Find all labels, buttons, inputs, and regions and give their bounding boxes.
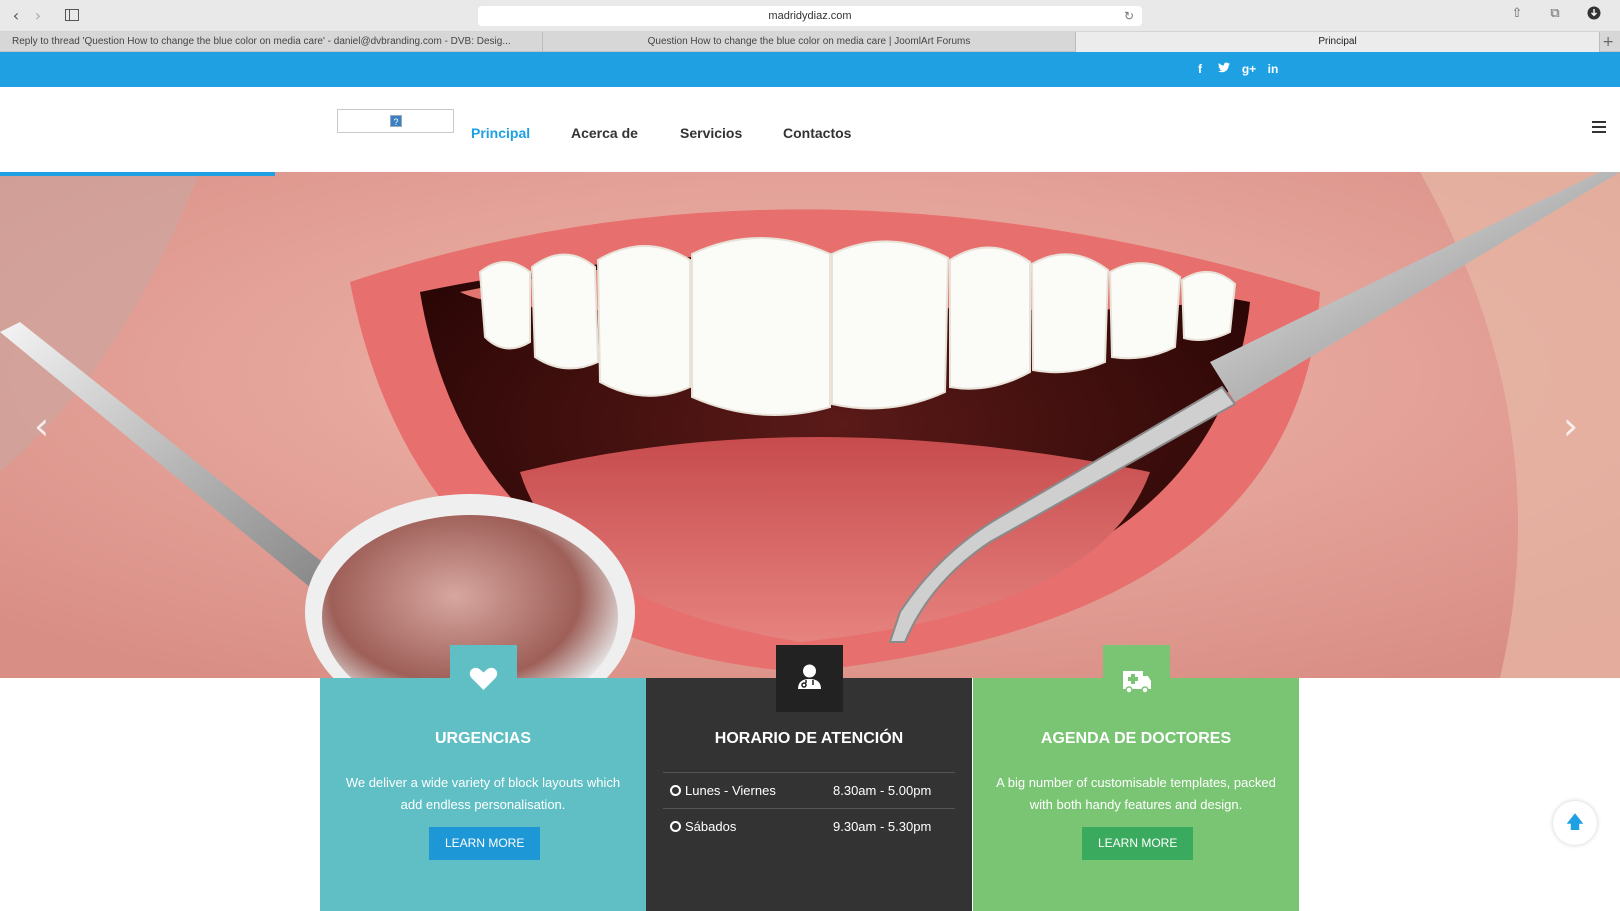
horario-row: Sábados 9.30am - 5.30pm [663,808,955,844]
tabs-overview-icon[interactable]: ⧉ [1544,6,1566,26]
horario-icon-box [776,645,843,712]
back-icon[interactable]: ‹ [6,7,26,25]
urgencias-text: We deliver a wide variety of block layou… [345,775,621,812]
agenda-learn-more-button[interactable]: LEARN MORE [1082,827,1194,860]
new-tab-icon[interactable]: + [1602,32,1614,52]
tab-principal[interactable]: Principal [1076,32,1600,52]
horario-time: 8.30am - 5.00pm [833,783,932,798]
site-header: ? Principal Acerca de Servicios Contacto… [0,87,1620,172]
tab-reply-thread[interactable]: Reply to thread 'Question How to change … [0,32,543,52]
nav-item-acerca-de[interactable]: Acerca de [571,125,638,141]
horario-row: Lunes - Viernes 8.30am - 5.00pm [663,772,955,808]
google-plus-icon[interactable]: g+ [1240,62,1258,76]
agenda-icon-box [1103,645,1170,712]
forward-icon[interactable]: › [28,7,48,25]
address-bar[interactable]: madridydiaz.com ↻ [478,6,1142,26]
agenda-text: A big number of customisable templates, … [996,775,1276,812]
share-icon[interactable]: ⇧ [1506,6,1528,26]
linkedin-icon[interactable]: in [1265,62,1281,76]
urgencias-icon-box [450,645,517,712]
nav-item-contactos[interactable]: Contactos [783,125,851,141]
broken-image-icon: ? [390,115,402,127]
tab-joomlart-forums[interactable]: Question How to change the blue color on… [543,32,1076,52]
urgencias-box: URGENCIAS We deliver a wide variety of b… [320,678,646,911]
horario-time: 9.30am - 5.30pm [833,819,932,834]
slider-progress-bar [0,172,275,176]
facebook-icon[interactable]: f [1192,62,1208,76]
heart-icon [469,667,498,690]
horario-day: Lunes - Viernes [685,783,776,798]
reload-icon[interactable]: ↻ [1124,6,1134,26]
site-top-bar: f g+ in [0,52,1620,87]
ambulance-icon [1123,671,1151,694]
browser-toolbar: ‹ › madridydiaz.com ↻ ⇧ ⧉ [0,0,1620,32]
horario-box: HORARIO DE ATENCIÓN Lunes - Viernes 8.30… [646,678,972,911]
hero-slider[interactable]: ‹ › [0,172,1620,678]
nav-item-servicios[interactable]: Servicios [680,125,742,141]
horario-day: Sábados [685,819,737,834]
sidebar-toggle-icon[interactable] [62,7,82,25]
back-to-top-button[interactable]: 🡅 [1553,801,1597,845]
twitter-icon[interactable] [1216,62,1232,76]
clock-icon [670,785,681,796]
clock-icon [670,821,681,832]
urgencias-learn-more-button[interactable]: LEARN MORE [429,827,541,860]
arrow-up-icon: 🡅 [1565,812,1585,833]
agenda-title: AGENDA DE DOCTORES [1040,730,1232,747]
horario-day-cell: Sábados [670,809,736,845]
doctor-icon [798,664,821,689]
horario-title: HORARIO DE ATENCIÓN [714,730,904,747]
dental-smile-image [0,172,1620,678]
slider-next-icon[interactable]: › [1563,404,1578,448]
url-text: madridydiaz.com [768,10,852,22]
agenda-box: AGENDA DE DOCTORES A big number of custo… [973,678,1299,911]
menu-icon[interactable] [1592,121,1606,136]
slider-prev-icon[interactable]: ‹ [34,404,49,448]
urgencias-title: URGENCIAS [434,730,531,747]
horario-day-cell: Lunes - Viernes [670,773,776,809]
downloads-icon[interactable] [1583,6,1605,26]
tab-bar: Reply to thread 'Question How to change … [0,32,1620,52]
site-logo[interactable]: ? [337,109,454,133]
nav-item-principal[interactable]: Principal [471,125,530,141]
